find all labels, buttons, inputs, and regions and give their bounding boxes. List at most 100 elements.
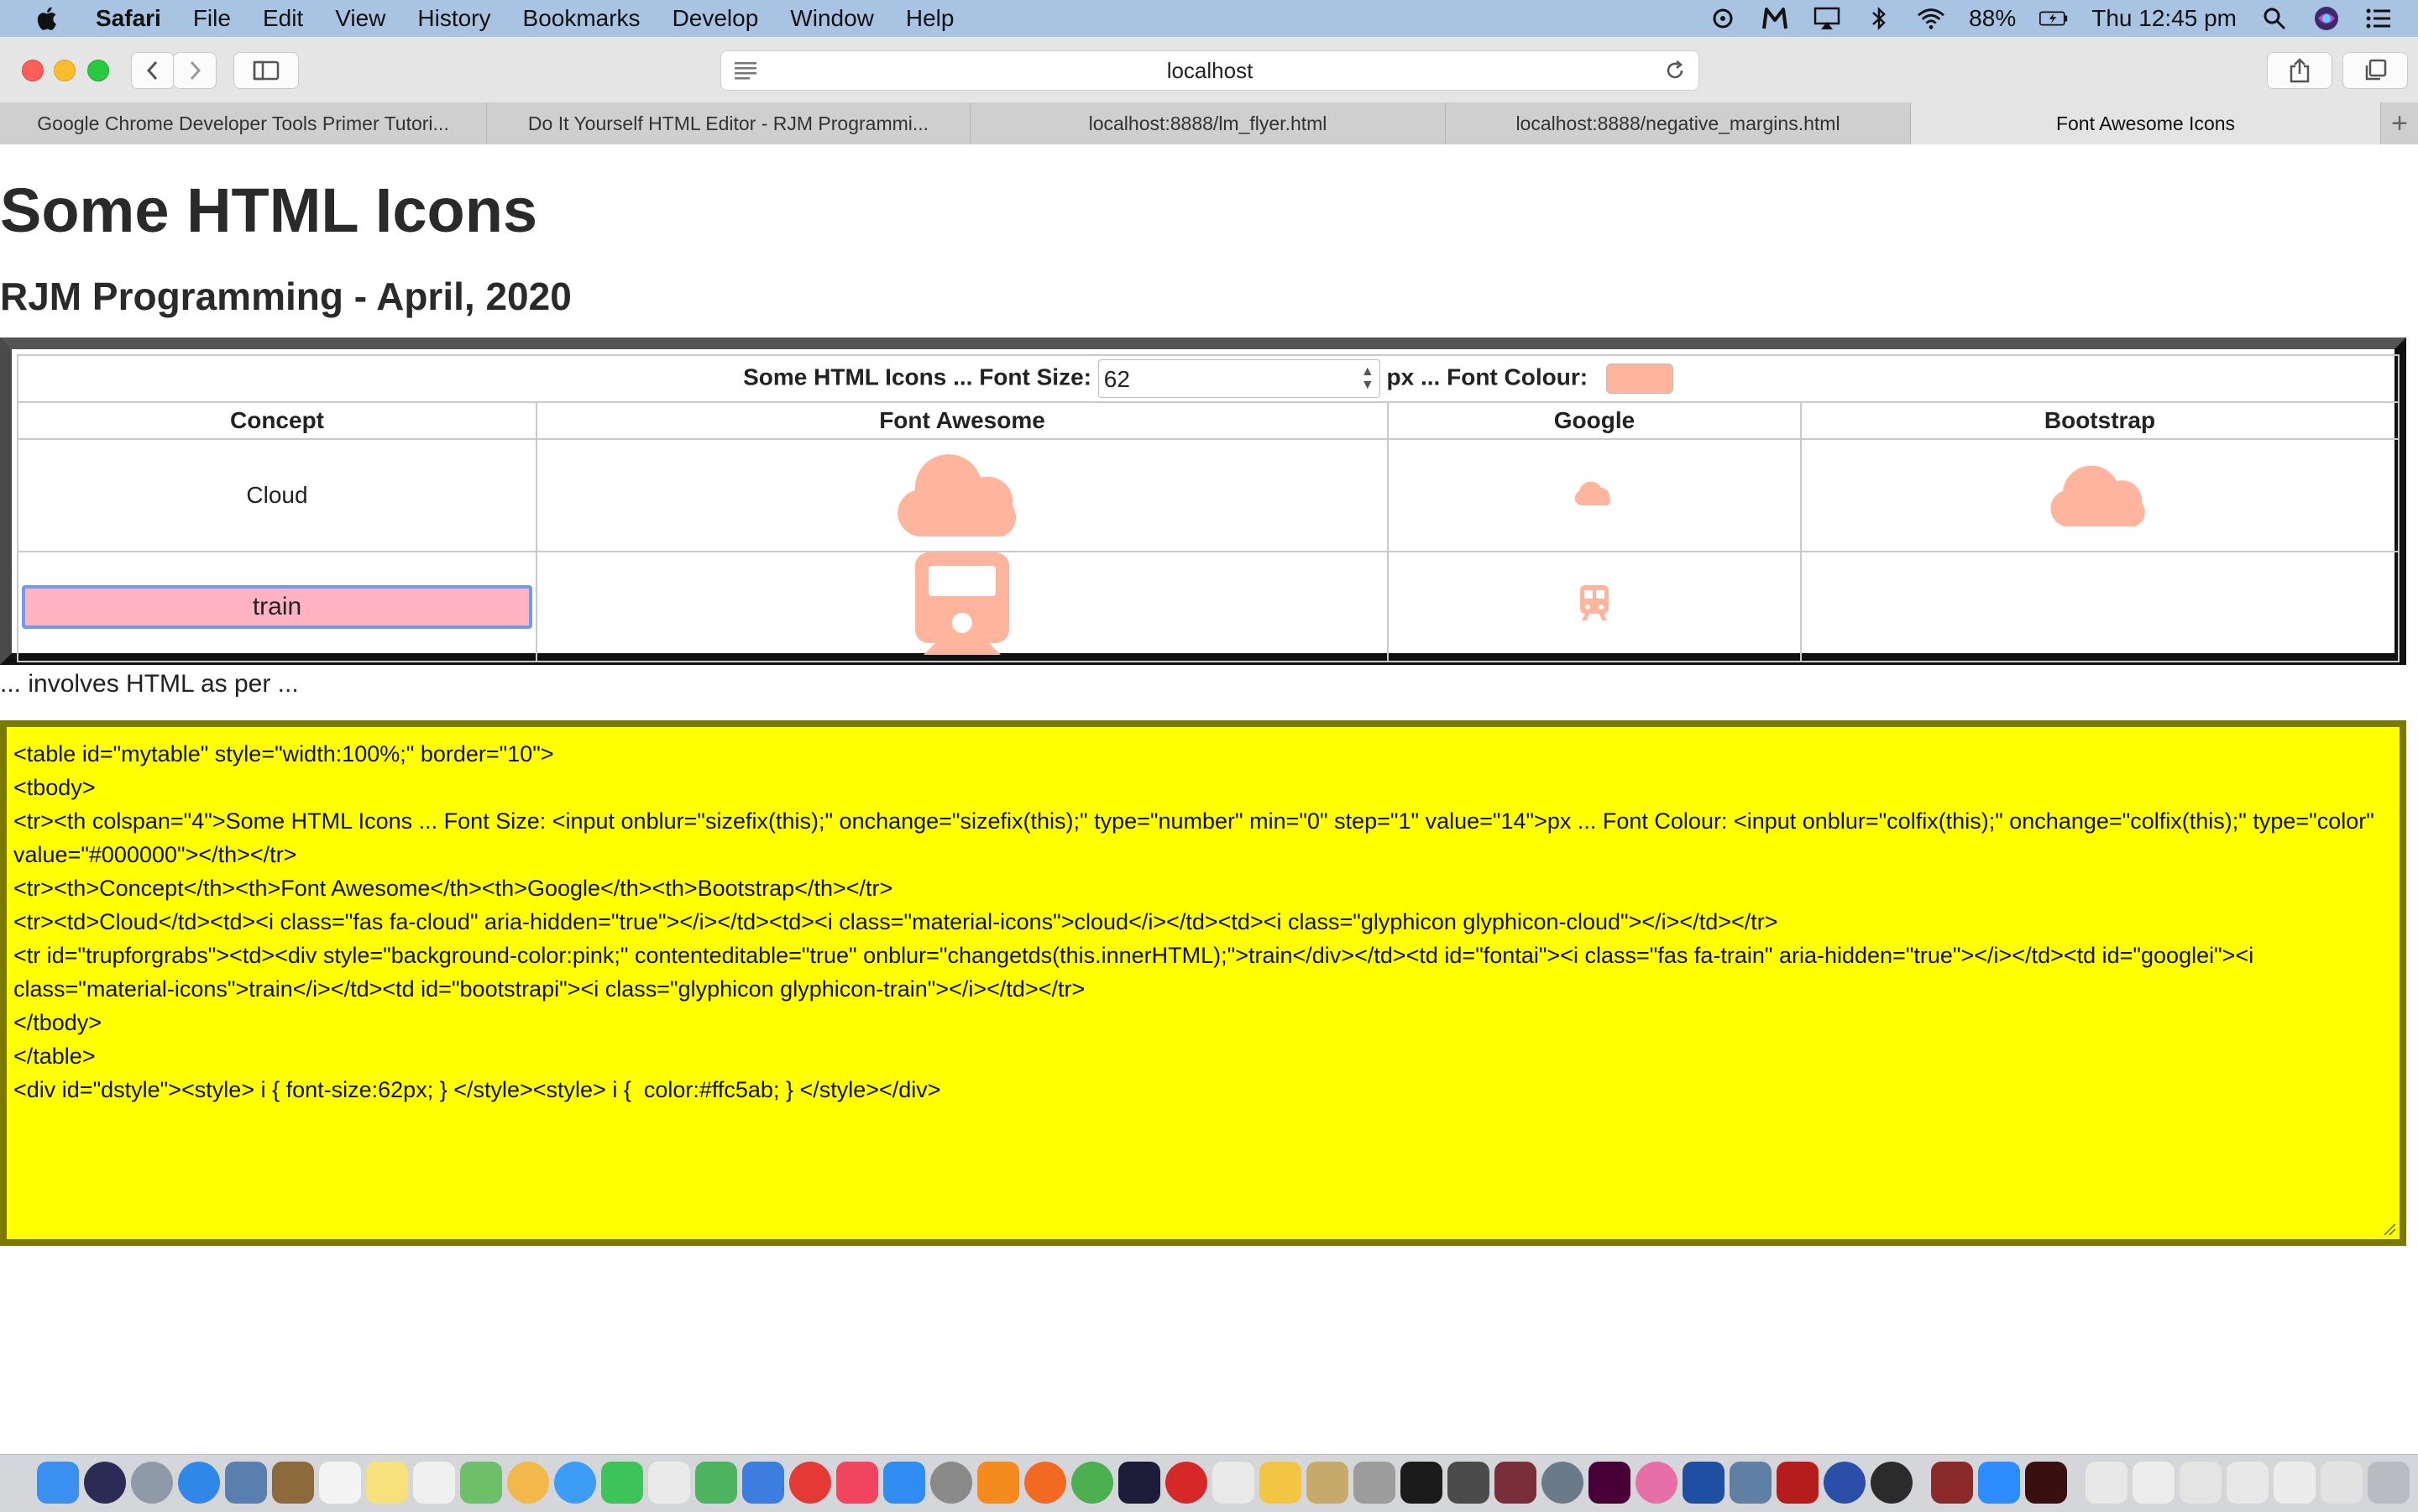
address-bar[interactable]: localhost bbox=[720, 50, 1699, 91]
app-dock-icon[interactable] bbox=[977, 1462, 1019, 1504]
app-gray-icon[interactable] bbox=[1541, 1462, 1583, 1504]
battery-icon[interactable] bbox=[2039, 4, 2068, 33]
document-icon[interactable] bbox=[2321, 1462, 2363, 1504]
numbers-icon[interactable] bbox=[695, 1462, 737, 1504]
menu-window[interactable]: Window bbox=[790, 5, 874, 32]
dictionary-icon[interactable] bbox=[1931, 1462, 1973, 1504]
phpstorm-icon[interactable] bbox=[1118, 1462, 1160, 1504]
document-icon[interactable] bbox=[2180, 1462, 2222, 1504]
editable-concept-field[interactable]: train bbox=[22, 584, 532, 629]
minimize-window-button[interactable] bbox=[54, 60, 76, 81]
address-url[interactable]: localhost bbox=[721, 51, 1698, 90]
menu-history[interactable]: History bbox=[417, 5, 490, 32]
app-screens-icon[interactable] bbox=[1730, 1462, 1772, 1504]
maps-icon[interactable] bbox=[460, 1462, 502, 1504]
sidebar-toggle-button[interactable] bbox=[233, 52, 299, 89]
menu-bar: Safari File Edit View History Bookmarks … bbox=[0, 0, 2418, 37]
reload-icon[interactable] bbox=[1663, 59, 1687, 82]
app-dark-icon[interactable] bbox=[1447, 1462, 1489, 1504]
page-title: Some HTML Icons bbox=[0, 175, 538, 245]
app-tool-icon[interactable] bbox=[1353, 1462, 1395, 1504]
page-subtitle: RJM Programming - April, 2020 bbox=[0, 275, 572, 318]
bluetooth-icon[interactable] bbox=[1865, 4, 1893, 33]
menu-clock[interactable]: Thu 12:45 pm bbox=[2091, 5, 2237, 32]
forward-button[interactable] bbox=[173, 52, 217, 89]
menu-bookmarks[interactable]: Bookmarks bbox=[523, 5, 641, 32]
html-code-textarea[interactable]: <table id="mytable" style="width:100%;" … bbox=[0, 720, 2406, 1246]
no-entry-icon[interactable] bbox=[789, 1462, 831, 1504]
document-icon[interactable] bbox=[2086, 1462, 2128, 1504]
tab-font-awesome-icons[interactable]: Font Awesome Icons bbox=[1911, 102, 2381, 144]
menu-help[interactable]: Help bbox=[906, 5, 955, 32]
app-pink-icon[interactable] bbox=[1636, 1462, 1677, 1504]
share-icon bbox=[2290, 58, 2310, 83]
app-blue-icon[interactable] bbox=[1683, 1462, 1725, 1504]
table-column-headers: Concept Font Awesome Google Bootstrap bbox=[17, 401, 2400, 440]
share-button[interactable] bbox=[2267, 52, 2332, 89]
app-store-icon[interactable] bbox=[883, 1462, 925, 1504]
zoom-icon[interactable] bbox=[1978, 1462, 2020, 1504]
finder-icon[interactable] bbox=[37, 1462, 79, 1504]
filezilla-icon[interactable] bbox=[1777, 1462, 1819, 1504]
menu-file[interactable]: File bbox=[193, 5, 231, 32]
app-headphones-icon[interactable] bbox=[1824, 1462, 1866, 1504]
wifi-icon[interactable] bbox=[1917, 4, 1945, 33]
stepper-arrows-icon[interactable]: ▲ ▼ bbox=[1361, 365, 1374, 392]
back-button[interactable] bbox=[131, 52, 175, 89]
flash-icon[interactable] bbox=[2025, 1462, 2067, 1504]
opera-icon[interactable] bbox=[1165, 1462, 1207, 1504]
new-tab-button[interactable]: + bbox=[2381, 102, 2418, 144]
siri-icon[interactable] bbox=[2312, 4, 2341, 33]
google-cell bbox=[1387, 438, 1802, 552]
app-elephant-icon[interactable] bbox=[1212, 1462, 1254, 1504]
notification-center-icon[interactable] bbox=[2364, 4, 2393, 33]
system-preferences-icon[interactable] bbox=[930, 1462, 972, 1504]
airplay-icon[interactable] bbox=[1813, 4, 1841, 33]
reminders-icon[interactable] bbox=[413, 1462, 455, 1504]
spotlight-search-icon[interactable] bbox=[2260, 4, 2289, 33]
font-size-input[interactable]: 62 ▲ ▼ bbox=[1097, 359, 1380, 398]
tab-diy-html-editor[interactable]: Do It Yourself HTML Editor - RJM Program… bbox=[487, 102, 971, 144]
keynote-icon[interactable] bbox=[742, 1462, 784, 1504]
document-icon[interactable] bbox=[2274, 1462, 2316, 1504]
status-app-icon[interactable] bbox=[1709, 4, 1737, 33]
app-photo-icon[interactable] bbox=[1494, 1462, 1536, 1504]
zoom-window-button[interactable] bbox=[87, 60, 109, 81]
safari-icon[interactable] bbox=[178, 1462, 220, 1504]
app-editor-icon[interactable] bbox=[1306, 1462, 1348, 1504]
contacts-icon[interactable] bbox=[272, 1462, 314, 1504]
document-icon[interactable] bbox=[2133, 1462, 2175, 1504]
siri-dock-icon[interactable] bbox=[84, 1462, 126, 1504]
malwarebytes-icon[interactable] bbox=[1761, 4, 1789, 33]
chrome-icon[interactable] bbox=[1071, 1462, 1113, 1504]
resize-grip-icon[interactable] bbox=[2381, 1221, 2396, 1236]
photos-icon[interactable] bbox=[507, 1462, 549, 1504]
apple-icon[interactable] bbox=[34, 4, 62, 33]
pages-icon[interactable] bbox=[648, 1462, 690, 1504]
menu-edit[interactable]: Edit bbox=[263, 5, 303, 32]
preview-icon[interactable] bbox=[225, 1462, 267, 1504]
document-icon[interactable] bbox=[2227, 1462, 2269, 1504]
menu-view[interactable]: View bbox=[335, 5, 385, 32]
code-line: <tbody> bbox=[13, 775, 96, 800]
adobe-xd-icon[interactable] bbox=[1588, 1462, 1630, 1504]
tab-lm-flyer[interactable]: localhost:8888/lm_flyer.html bbox=[971, 102, 1446, 144]
font-colour-picker[interactable] bbox=[1605, 364, 1673, 394]
show-tabs-button[interactable] bbox=[2342, 52, 2408, 89]
music-icon[interactable] bbox=[836, 1462, 878, 1504]
tab-chrome-devtools[interactable]: Google Chrome Developer Tools Primer Tut… bbox=[0, 102, 487, 144]
firefox-icon[interactable] bbox=[1024, 1462, 1066, 1504]
app-w-icon[interactable] bbox=[1259, 1462, 1301, 1504]
notes-icon[interactable] bbox=[366, 1462, 408, 1504]
messages-icon[interactable] bbox=[554, 1462, 596, 1504]
launchpad-icon[interactable] bbox=[131, 1462, 173, 1504]
menu-develop[interactable]: Develop bbox=[673, 5, 759, 32]
menu-app-safari[interactable]: Safari bbox=[96, 5, 161, 32]
terminal-icon[interactable] bbox=[1400, 1462, 1442, 1504]
close-window-button[interactable] bbox=[22, 60, 44, 81]
calendar-icon[interactable] bbox=[319, 1462, 361, 1504]
trash-icon[interactable] bbox=[2368, 1462, 2410, 1504]
app-f-icon[interactable] bbox=[1871, 1462, 1913, 1504]
facetime-icon[interactable] bbox=[601, 1462, 643, 1504]
tab-negative-margins[interactable]: localhost:8888/negative_margins.html bbox=[1446, 102, 1911, 144]
